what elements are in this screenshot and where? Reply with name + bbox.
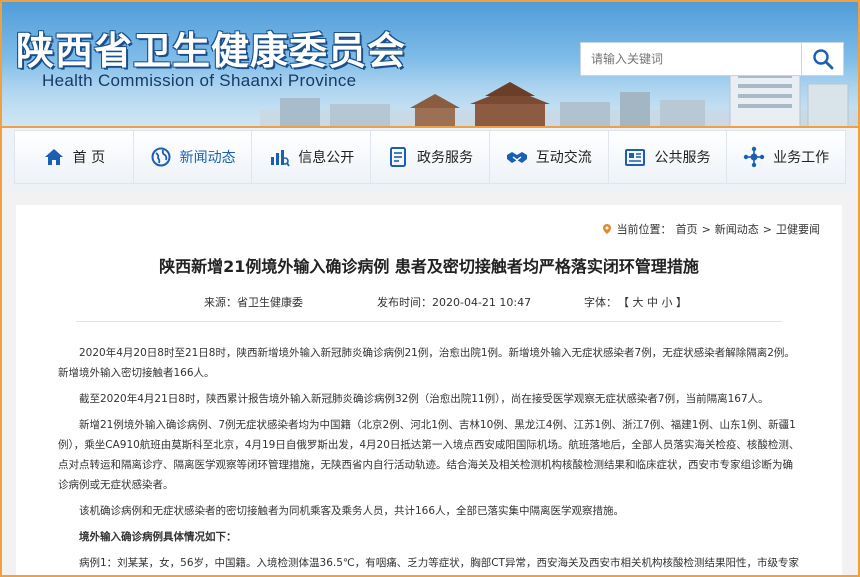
nav-item-label: 新闻动态: [179, 150, 236, 166]
nav-item-interaction[interactable]: 互动交流: [490, 131, 609, 183]
site-subtitle: Health Commission of Shaanxi Province: [42, 71, 357, 90]
nav-item-work[interactable]: 业务工作: [727, 131, 845, 183]
article-panel: 当前位置： 首页 > 新闻动态 > 卫健要闻 陕西新增21例境外输入确诊病例 患者…: [16, 205, 842, 577]
font-size-label: 字体：: [584, 296, 617, 309]
site-title: 陕西省卫生健康委员会: [16, 28, 407, 73]
nav-item-info[interactable]: 信息公开: [252, 131, 372, 183]
article-paragraph: 截至2020年4月21日8时，陕西累计报告境外输入新冠肺炎确诊病例32例（治愈出…: [79, 393, 769, 405]
nav-item-public[interactable]: 公共服务: [609, 131, 728, 183]
location-pin-icon: [602, 224, 611, 234]
search-input[interactable]: [580, 42, 802, 76]
nav-item-home[interactable]: 首 页: [15, 131, 134, 183]
nav-item-news[interactable]: 新闻动态: [134, 131, 253, 183]
document-icon: [390, 147, 407, 167]
article-date: 发布时间：2020-04-21 10:47: [377, 296, 532, 309]
nav-item-label: 信息公开: [298, 150, 355, 166]
nav-item-label: 公共服务: [654, 150, 711, 166]
article-title: 陕西新增21例境外输入确诊病例 患者及密切接触者均严格落实闭环管理措施: [159, 257, 699, 276]
breadcrumb-current-link[interactable]: 卫健要闻: [776, 221, 820, 237]
chart-icon: [271, 150, 291, 167]
nav-item-label: 首 页: [72, 150, 106, 166]
article-paragraph: 新增21例境外输入确诊病例、7例无症状感染者均为中国籍（北京2例、河北1例、吉林…: [58, 419, 800, 491]
main-nav: 首 页 新闻动态 信息公开 政务服务 互动交流 公共服务 业务工作: [14, 130, 846, 184]
breadcrumb-separator: >: [762, 222, 772, 236]
article-paragraph: 2020年4月20日8时至21日8时，陕西新增境外输入新冠肺炎确诊病例21例，治…: [58, 347, 795, 379]
handshake-icon: [506, 152, 527, 163]
search-button[interactable]: [802, 42, 844, 76]
article-source: 来源：省卫生健康委: [204, 296, 303, 309]
globe-icon: [151, 147, 171, 167]
article-body: 2020年4月20日8时至21日8时，陕西新增境外输入新冠肺炎确诊病例21例，治…: [58, 343, 802, 577]
breadcrumb-prefix: 当前位置：: [616, 223, 672, 236]
site-banner: 陕西省卫生健康委员会 Health Commission of Shaanxi …: [0, 0, 860, 128]
breadcrumb-section-link[interactable]: 新闻动态: [715, 221, 759, 237]
nav-item-label: 互动交流: [535, 150, 592, 166]
article-meta: 来源：省卫生健康委 发布时间：2020-04-21 10:47 字体： 【 大 …: [76, 292, 782, 322]
nav-item-label: 业务工作: [773, 150, 830, 166]
breadcrumb: 当前位置： 首页 > 新闻动态 > 卫健要闻: [601, 221, 820, 237]
breadcrumb-separator: >: [701, 222, 711, 236]
nav-item-services[interactable]: 政务服务: [371, 131, 490, 183]
nav-item-label: 政务服务: [417, 150, 474, 166]
font-size-switcher[interactable]: 【 大 中 小 】: [618, 294, 687, 310]
newspaper-icon: [625, 149, 646, 166]
article-subheading: 境外输入确诊病例具体情况如下：: [79, 531, 237, 543]
search-icon: [812, 49, 833, 70]
article-paragraph: 病例1：刘某某，女，56岁，中国籍。入境检测体温36.5℃，有咽痛、乏力等症状，…: [79, 557, 799, 569]
home-icon: [44, 149, 63, 165]
nav-bar-wrapper: 首 页 新闻动态 信息公开 政务服务 互动交流 公共服务 业务工作: [0, 128, 860, 192]
article-paragraph: 该机确诊病例和无症状感染者的密切接触者为同机乘客及乘务人员，共计166人，全部已…: [79, 505, 625, 517]
breadcrumb-home-link[interactable]: 首页: [676, 221, 698, 237]
network-icon: [743, 146, 765, 168]
